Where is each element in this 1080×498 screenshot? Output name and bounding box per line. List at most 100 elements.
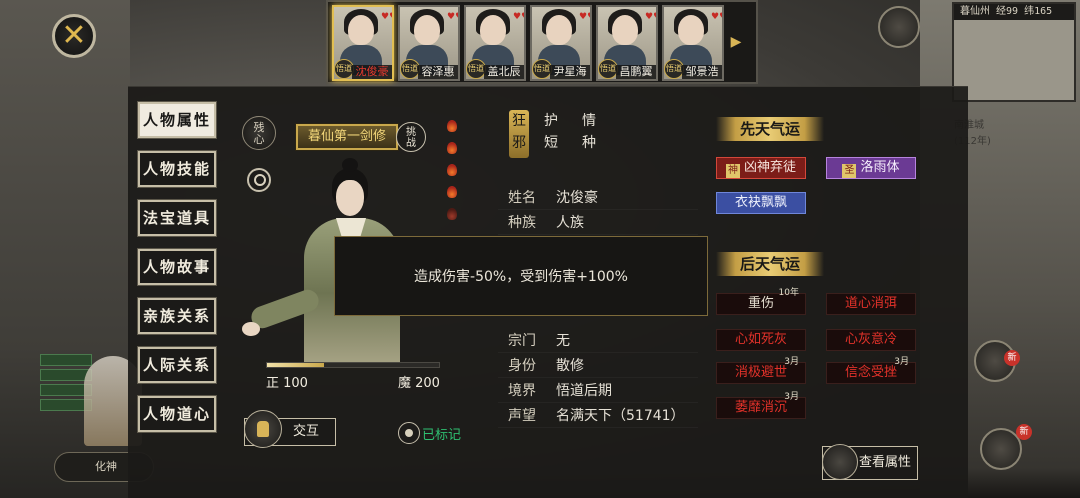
trait-char: 狂 (512, 113, 526, 129)
innate-luck-tag[interactable]: 衣袂飘飘 (716, 192, 806, 214)
luck-duration: 3月 (784, 357, 799, 367)
marked-toggle[interactable]: 已标记 (398, 424, 461, 443)
luck-label: 重伤 (747, 296, 774, 311)
nav-button-3[interactable]: 人物故事 (137, 248, 217, 286)
left-nav: 人物属性人物技能法宝道具人物故事亲族关系人际关系人物道心 (137, 101, 218, 445)
hand-icon (244, 410, 282, 448)
character-hand (242, 322, 260, 336)
luck-label: 信念受挫 (844, 365, 897, 380)
acquired-luck-tag[interactable]: 重伤 10年 (716, 288, 806, 315)
portrait-name: 容泽惠 (418, 65, 458, 79)
realm-tag: 悟道 (400, 59, 420, 79)
portrait-name: 尹星海 (550, 65, 590, 79)
luck-label: 消极避世 (734, 365, 787, 380)
nav-button-5[interactable]: 人际关系 (137, 346, 217, 384)
portrait-name: 邹景浩 (682, 65, 722, 79)
acquired-luck-tag[interactable]: 心灰意冷 (826, 329, 916, 351)
trait-char: 短 (544, 135, 558, 151)
trait-char: 情 (582, 113, 596, 129)
mini-event-item (40, 354, 92, 366)
acquired-luck-tag[interactable]: 消极避世 3月 (716, 357, 806, 384)
trait-1[interactable]: 护短 (541, 110, 561, 158)
flame-icon (447, 142, 457, 154)
info-row: 姓名 沈俊豪 (498, 186, 698, 210)
portrait-1[interactable]: ♥♥♥♥♥ 悟道容泽惠 (398, 5, 460, 81)
info-key: 宗门 (508, 333, 536, 349)
realm-tag: 悟道 (334, 59, 354, 79)
trait-char: 护 (544, 113, 558, 129)
realm-tag: 悟道 (532, 59, 552, 79)
residual-heart-badge[interactable]: 残 心 (242, 116, 276, 150)
portrait-face (414, 15, 440, 45)
trait-2[interactable]: 情种 (579, 110, 599, 158)
portrait-0[interactable]: ♥♥♥♥♥ 悟道沈俊豪 (332, 5, 394, 81)
realm-tag: 悟道 (466, 59, 486, 79)
trait-char: 邪 (512, 135, 526, 151)
minimap[interactable]: 暮仙州 经99 纬165 (952, 2, 1076, 102)
portrait-4[interactable]: ♥♥♥♥♥ 悟道昌鹏翼 (596, 5, 658, 81)
info-value: 名满天下（51741） (556, 408, 685, 424)
next-arrow-icon[interactable]: ▶ (728, 5, 744, 79)
portrait-2[interactable]: ♥♥♥♥♥ 悟道盖北辰 (464, 5, 526, 81)
hearts-icon: ♥♥♥♥♥ (645, 12, 656, 22)
trait-0[interactable]: 狂邪 (509, 110, 529, 158)
nav-button-0[interactable]: 人物属性 (137, 101, 217, 139)
nav-button-1[interactable]: 人物技能 (137, 150, 217, 188)
portrait-5[interactable]: ♥♥♥♥♥ 悟道邹景浩 (662, 5, 724, 81)
map-label-year: (112年) (954, 136, 991, 147)
acquired-luck-header: 后天气运 (716, 252, 824, 276)
acquired-luck-tag[interactable]: 道心消弭 (826, 293, 916, 315)
info-key: 身份 (508, 358, 536, 374)
info-row: 声望 名满天下（51741） (498, 404, 698, 428)
luck-label: 道心消弭 (844, 296, 897, 311)
hearts-icon: ♥♥♥♥♥ (513, 12, 524, 22)
challenge-button[interactable]: 挑 战 (396, 122, 426, 152)
map-label-city: 南淮城 (954, 120, 984, 131)
trait-char: 种 (582, 135, 596, 151)
portrait-name: 沈俊豪 (352, 65, 392, 79)
innate-luck-tag[interactable]: 神凶神弃徒 (716, 157, 806, 179)
info-value: 无 (556, 333, 570, 349)
luck-duration: 3月 (894, 357, 909, 367)
info-key: 境界 (508, 383, 536, 399)
realm-tag: 悟道 (598, 59, 618, 79)
acquired-luck-tag[interactable]: 萎靡消沉 3月 (716, 392, 806, 419)
nav-button-4[interactable]: 亲族关系 (137, 297, 217, 335)
character-face (336, 180, 364, 216)
innate-luck-tag[interactable]: 圣洛雨体 (826, 157, 916, 179)
luck-label: 心如死灰 (734, 332, 787, 347)
new-badge-icon: 新 (1016, 424, 1032, 440)
close-icon: ✕ (61, 18, 87, 53)
minimap-title: 暮仙州 经99 纬165 (954, 4, 1074, 20)
alignment-bar (266, 362, 440, 368)
acquired-luck-tag[interactable]: 心如死灰 (716, 329, 806, 351)
badge-char: 心 (253, 133, 265, 146)
luck-duration: 3月 (784, 392, 799, 402)
alignment-fill (267, 363, 324, 367)
info-row: 身份 散修 (498, 354, 698, 378)
character-topknot (342, 158, 358, 172)
title-plaque[interactable]: 暮仙第一剑修 (295, 123, 399, 151)
portrait-name: 昌鹏翼 (616, 65, 656, 79)
nav-button-2[interactable]: 法宝道具 (137, 199, 217, 237)
luck-label: 心灰意冷 (844, 332, 897, 347)
hearts-icon: ♥♥♥♥♥ (447, 12, 458, 22)
settings-icon[interactable] (878, 6, 920, 48)
close-button[interactable]: ✕ (52, 14, 96, 58)
hearts-icon: ♥♥♥♥♥ (711, 12, 722, 22)
hearts-icon: ♥♥♥♥♥ (381, 12, 392, 22)
info-value: 人族 (556, 215, 584, 231)
portrait-3[interactable]: ♥♥♥♥♥ 悟道尹星海 (530, 5, 592, 81)
luck-label: 洛雨体 (860, 160, 900, 175)
info-value: 散修 (556, 358, 584, 374)
info-key: 声望 (508, 408, 536, 424)
nav-button-6[interactable]: 人物道心 (137, 395, 217, 433)
luck-label: 萎靡消沉 (734, 400, 787, 415)
map-labels: 南淮城 (112年) (954, 118, 1074, 150)
info-row: 种族 人族 (498, 211, 698, 235)
attributes-icon (822, 444, 858, 480)
portrait-face (480, 15, 506, 45)
acquired-luck-tag[interactable]: 信念受挫 3月 (826, 357, 916, 384)
luck-type-icon: 神 (725, 164, 740, 178)
portrait-name: 盖北辰 (484, 65, 524, 79)
